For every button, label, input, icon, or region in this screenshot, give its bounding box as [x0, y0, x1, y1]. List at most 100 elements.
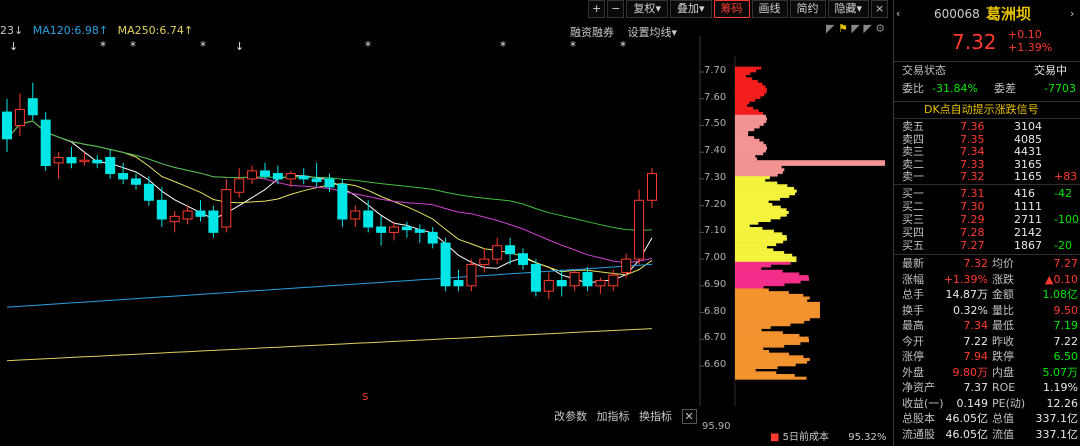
book-label: 买五 [902, 239, 924, 252]
change-params-link[interactable]: 改参数 [554, 410, 587, 423]
book-price: 7.32 [960, 170, 985, 183]
book-label: 买三 [902, 213, 924, 226]
add-indicator-link[interactable]: 加指标 [597, 410, 630, 423]
zoom-out-button[interactable]: − [607, 0, 625, 18]
gear-icon[interactable]: ⚙ [875, 22, 885, 35]
zoom-in-button[interactable]: + [588, 0, 606, 18]
stat-value: 12.26 [1046, 396, 1079, 410]
draw-line-button[interactable]: 画线 [751, 0, 788, 18]
candle-body [530, 263, 541, 292]
book-price: 7.28 [960, 226, 985, 239]
event-marker: * [200, 39, 206, 53]
weibi-label: 委比 [902, 82, 924, 95]
quote-panel: ‹ 600068 葛洲坝 › 7.32 +0.10 +1.39% 交易状态 交易… [893, 0, 1080, 446]
chip-bar [735, 357, 810, 361]
chip-bar [735, 165, 782, 169]
book-label: 买四 [902, 226, 924, 239]
flag-icon[interactable]: ⚑ [838, 22, 848, 35]
candle-body [479, 258, 490, 265]
stat-value: 46.05亿 [945, 427, 989, 441]
sell-book-row[interactable]: 卖一 7.32 1165 +83 [894, 170, 1080, 184]
stat-label: 换手 [902, 303, 924, 317]
candle-body [389, 226, 399, 233]
hide-label: 隐藏 [834, 2, 857, 15]
candle-body [156, 199, 167, 220]
stat-row: 收益(一) 0.149 PE(动) 12.26 [894, 397, 1080, 411]
next-stock-icon[interactable]: › [1070, 5, 1074, 23]
candle-body [285, 173, 296, 180]
overlay-label: 叠加 [676, 2, 699, 15]
status-value: 交易中 [1034, 64, 1067, 77]
triangle-icon[interactable]: ◤ [851, 22, 859, 35]
candle-body [105, 157, 116, 175]
chip-bar [735, 130, 749, 134]
chip-bar [735, 237, 787, 241]
buy-book-row[interactable]: 买三 7.29 2711 -100 [894, 213, 1080, 227]
hide-button[interactable]: 隐藏▾ [827, 0, 870, 18]
stat-value: 7.32 [963, 257, 989, 270]
stock-name: 葛洲坝 [986, 5, 1032, 23]
divider [894, 184, 1080, 185]
price-change-pct: +1.39% [1008, 41, 1053, 54]
candle-body [311, 178, 322, 183]
chip-bar [735, 104, 748, 108]
price-tick-label: 7.70 [704, 65, 727, 76]
chip-distribution-button[interactable]: 筹码 [713, 0, 750, 18]
chip-bar [735, 208, 787, 212]
stat-label: 跌停 [992, 350, 1014, 363]
stat-value: 7.37 [963, 381, 989, 394]
overlay-button[interactable]: 叠加▾ [669, 0, 712, 18]
chip-bar [735, 192, 796, 196]
switch-indicator-link[interactable]: 换指标 [639, 410, 672, 423]
candle-body [492, 245, 503, 260]
price-tick-label: 7.30 [704, 171, 727, 183]
divider [894, 254, 1080, 255]
chip-bar [735, 371, 777, 375]
candle-body [414, 229, 425, 233]
price-tick-label: 6.70 [704, 332, 727, 344]
chip-bar [735, 200, 769, 204]
price-tick-label: 7.60 [704, 91, 727, 103]
book-volume: 2711 [1014, 213, 1042, 226]
close-icon[interactable]: ✕ [681, 409, 697, 424]
chip-bar [735, 184, 788, 188]
triangle-icon[interactable]: ◤ [863, 22, 871, 35]
chip-bar [735, 181, 778, 185]
chip-bar [735, 229, 774, 233]
event-marker: * [130, 39, 136, 53]
buy-book-row[interactable]: 买四 7.28 2142 [894, 226, 1080, 240]
stat-label: 最高 [902, 319, 924, 332]
chip-bar [735, 176, 770, 180]
chip-bar [735, 275, 809, 279]
chip-bar [735, 259, 797, 263]
chip-bar [735, 285, 764, 289]
chip-bar [735, 307, 820, 311]
chip-bar [735, 299, 808, 303]
fuquan-label: 复权 [633, 2, 656, 15]
buy-book-row[interactable]: 买五 7.27 1867 -20 [894, 239, 1080, 253]
chip-bar [735, 194, 790, 198]
stat-value: 0.149 [956, 396, 989, 410]
cost-label: 5日前成本 [782, 432, 830, 443]
triangle-icon[interactable]: ◤ [826, 22, 834, 35]
chip-bar [735, 288, 769, 292]
fuquan-button[interactable]: 复权▾ [626, 0, 668, 18]
stat-value: 337.1亿 [1035, 412, 1079, 425]
chip-bar [735, 106, 754, 110]
stat-row: 最高 7.34 最低 7.19 [894, 319, 1080, 333]
candle-body [595, 279, 606, 287]
candle-body [143, 183, 154, 201]
chip-bar [735, 210, 789, 214]
buy-book-row[interactable]: 买一 7.31 416 -42 [894, 187, 1080, 201]
prev-stock-icon[interactable]: ‹ [896, 5, 900, 23]
close-button[interactable]: × [871, 0, 889, 18]
dk-signal-row[interactable]: DK点自动提示涨跌信号 [894, 101, 1080, 119]
stat-label: 昨收 [992, 334, 1014, 348]
simple-mode-button[interactable]: 简约 [789, 0, 826, 18]
stat-row: 外盘 9.80万 内盘 5.07万 [894, 366, 1080, 380]
chip-bar [735, 125, 760, 129]
buy-book-row[interactable]: 买二 7.30 1111 [894, 200, 1080, 214]
chip-bar [735, 109, 759, 113]
candlestick-chart: * * * * * * * ↓ ↓ [2, 36, 885, 406]
chip-bar [735, 243, 777, 247]
